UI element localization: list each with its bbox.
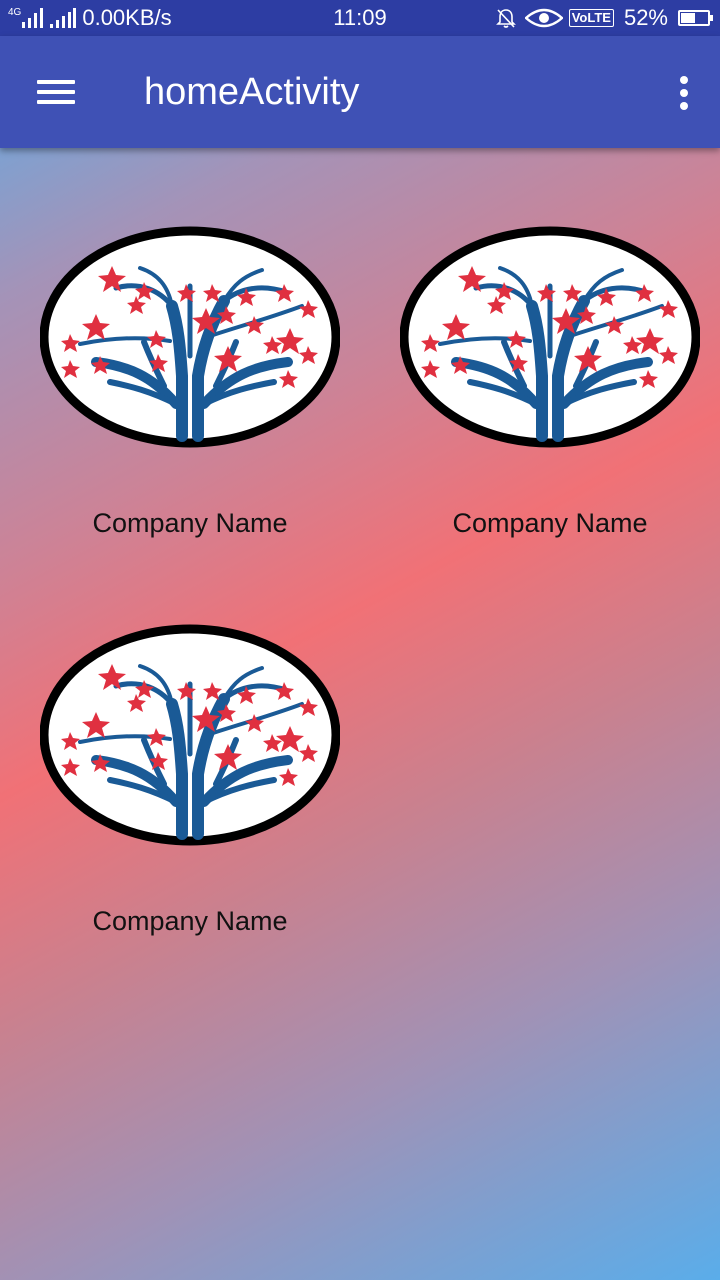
company-logo: [40, 624, 340, 846]
status-right: VoLTE 52%: [495, 5, 713, 31]
company-card[interactable]: Company Name: [40, 624, 340, 964]
more-vert-icon[interactable]: [668, 68, 700, 118]
company-logo: [40, 226, 340, 448]
company-name: Company Name: [92, 508, 288, 538]
company-name: Company Name: [92, 906, 288, 936]
hamburger-menu-icon[interactable]: [26, 66, 86, 118]
battery-level: [681, 13, 695, 23]
status-bar: 4G 0.00KB/s 11:09 VoLTE 52%: [0, 0, 720, 36]
battery-icon: [678, 10, 713, 26]
volte-badge: VoLTE: [568, 9, 614, 27]
eye-icon: [524, 8, 563, 28]
company-logo: [400, 226, 700, 448]
page-title: homeActivity: [144, 71, 360, 113]
company-card[interactable]: Company Name: [400, 226, 700, 566]
battery-percent: 52%: [623, 5, 668, 30]
company-name: Company Name: [452, 508, 648, 538]
app-bar: homeActivity: [0, 36, 720, 148]
company-card[interactable]: Company Name: [40, 226, 340, 566]
mute-icon: [495, 9, 516, 28]
